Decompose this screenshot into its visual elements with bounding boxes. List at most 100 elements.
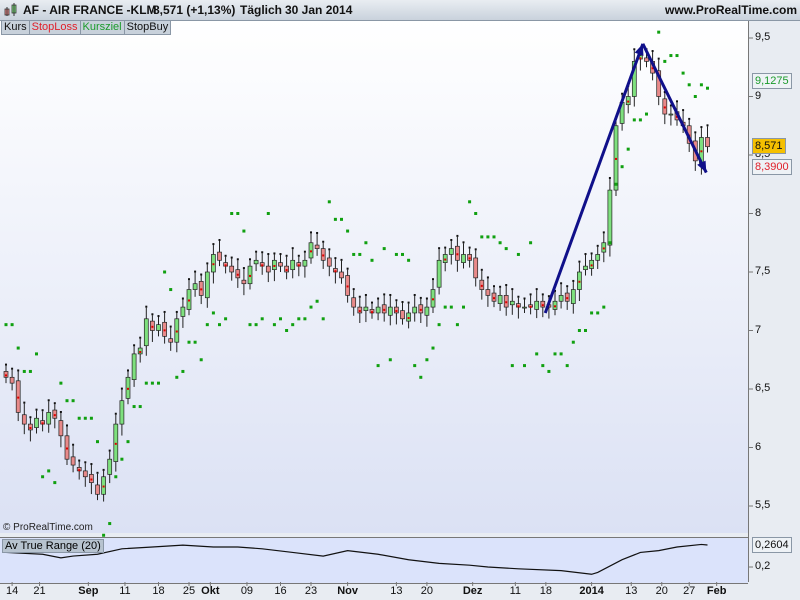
site-link[interactable]: www.ProRealTime.com bbox=[665, 3, 797, 17]
x-tick-label: 25 bbox=[182, 585, 196, 597]
stop-dot bbox=[89, 416, 93, 420]
stop-dot bbox=[71, 399, 75, 403]
candle-body bbox=[607, 189, 613, 246]
stop-dot bbox=[449, 305, 453, 309]
high-marker bbox=[157, 315, 160, 318]
stop-dot bbox=[645, 112, 648, 116]
midpoint-marker bbox=[615, 157, 617, 160]
stop-dot bbox=[699, 83, 703, 87]
title-bar: AF - AIR FRANCE -KLM 8,571 (+1,13%) Tägl… bbox=[0, 0, 800, 21]
tab-stopbuy[interactable]: StopBuy bbox=[123, 20, 172, 35]
atr-label[interactable]: Av True Range (20) bbox=[2, 539, 104, 553]
midpoint-marker bbox=[554, 305, 556, 308]
stop-dot bbox=[333, 217, 337, 221]
stop-dot bbox=[144, 381, 148, 385]
high-marker bbox=[255, 250, 258, 253]
midpoint-marker bbox=[224, 264, 227, 267]
stop-dot bbox=[638, 118, 642, 122]
candle-body bbox=[583, 265, 588, 271]
x-tick-label: 2014 bbox=[579, 585, 604, 597]
stop-dot bbox=[47, 469, 51, 473]
candle-body bbox=[192, 283, 198, 290]
date: 30 Jan 2014 bbox=[285, 3, 353, 17]
high-marker bbox=[651, 50, 654, 53]
midpoint-marker bbox=[456, 253, 459, 256]
stop-dot bbox=[132, 405, 136, 409]
stop-dot bbox=[516, 252, 520, 256]
stop-dot bbox=[687, 83, 691, 87]
stop-dot bbox=[114, 475, 118, 479]
stop-dot bbox=[346, 229, 350, 233]
y-tick-label: 8 bbox=[755, 206, 762, 219]
candle-body bbox=[534, 300, 540, 310]
midpoint-marker bbox=[419, 308, 422, 311]
midpoint-marker bbox=[700, 150, 703, 153]
stop-dot bbox=[480, 235, 484, 239]
midpoint-marker bbox=[127, 387, 129, 390]
high-marker bbox=[218, 238, 221, 241]
high-marker bbox=[383, 293, 386, 296]
high-marker bbox=[120, 387, 123, 390]
y-tick-label: 7 bbox=[755, 323, 762, 336]
candle-body bbox=[119, 400, 125, 425]
stop-dot bbox=[462, 305, 465, 309]
indicator-tabs: Kurs StopLoss Kursziel StopBuy bbox=[1, 20, 172, 35]
stop-badge: 8,3900 bbox=[752, 159, 792, 175]
midpoint-marker bbox=[29, 427, 32, 430]
high-marker bbox=[358, 295, 361, 298]
tab-stoploss[interactable]: StopLoss bbox=[28, 20, 81, 35]
candle-body bbox=[168, 338, 174, 343]
midpoint-marker bbox=[188, 299, 190, 302]
high-marker bbox=[322, 240, 325, 243]
stop-dot bbox=[53, 481, 57, 485]
high-marker bbox=[602, 231, 605, 234]
candle-body bbox=[326, 257, 332, 267]
stop-dot bbox=[596, 311, 600, 315]
candle-body bbox=[278, 262, 283, 267]
high-marker bbox=[151, 313, 154, 316]
stop-dot bbox=[230, 212, 234, 215]
candle-body bbox=[143, 318, 149, 347]
stop-dot bbox=[157, 381, 160, 385]
midpoint-marker bbox=[41, 422, 44, 425]
midpoint-marker bbox=[322, 254, 325, 257]
candle-body bbox=[58, 420, 64, 437]
high-marker bbox=[395, 299, 398, 302]
midpoint-marker bbox=[261, 264, 264, 267]
stop-dot bbox=[437, 323, 441, 327]
stop-dot bbox=[492, 235, 496, 239]
y-tick-label: 6 bbox=[755, 440, 762, 453]
high-marker bbox=[560, 282, 563, 285]
stop-dot bbox=[681, 71, 685, 75]
stop-dot bbox=[309, 305, 313, 309]
stop-dot bbox=[266, 212, 270, 215]
stop-dot bbox=[260, 317, 264, 321]
midpoint-marker bbox=[395, 310, 398, 313]
high-marker bbox=[17, 369, 20, 372]
stop-dot bbox=[236, 212, 240, 215]
midpoint-marker bbox=[310, 250, 312, 253]
stop-dot bbox=[327, 200, 331, 204]
y-tick-label: 5,5 bbox=[755, 499, 771, 511]
high-marker bbox=[596, 244, 599, 247]
high-marker bbox=[633, 48, 636, 51]
high-marker bbox=[334, 257, 337, 260]
midpoint-marker bbox=[529, 305, 532, 308]
stop-dot bbox=[41, 475, 45, 479]
stop-dot bbox=[218, 323, 221, 327]
high-marker bbox=[621, 92, 624, 95]
stop-dot bbox=[187, 340, 191, 344]
stop-dot bbox=[364, 241, 368, 245]
tab-kursziel[interactable]: Kursziel bbox=[79, 20, 125, 35]
high-marker bbox=[163, 310, 166, 313]
x-tick-label: 11 bbox=[509, 585, 522, 597]
atr-value-badge: 0,2604 bbox=[752, 537, 792, 553]
candle-body bbox=[70, 456, 76, 466]
high-marker bbox=[371, 301, 373, 304]
high-marker bbox=[5, 363, 7, 366]
candle-body bbox=[375, 306, 381, 314]
midpoint-marker bbox=[358, 310, 361, 313]
tab-kurs[interactable]: Kurs bbox=[1, 20, 30, 35]
high-marker bbox=[541, 293, 544, 296]
x-tick-label: Nov bbox=[337, 585, 358, 597]
